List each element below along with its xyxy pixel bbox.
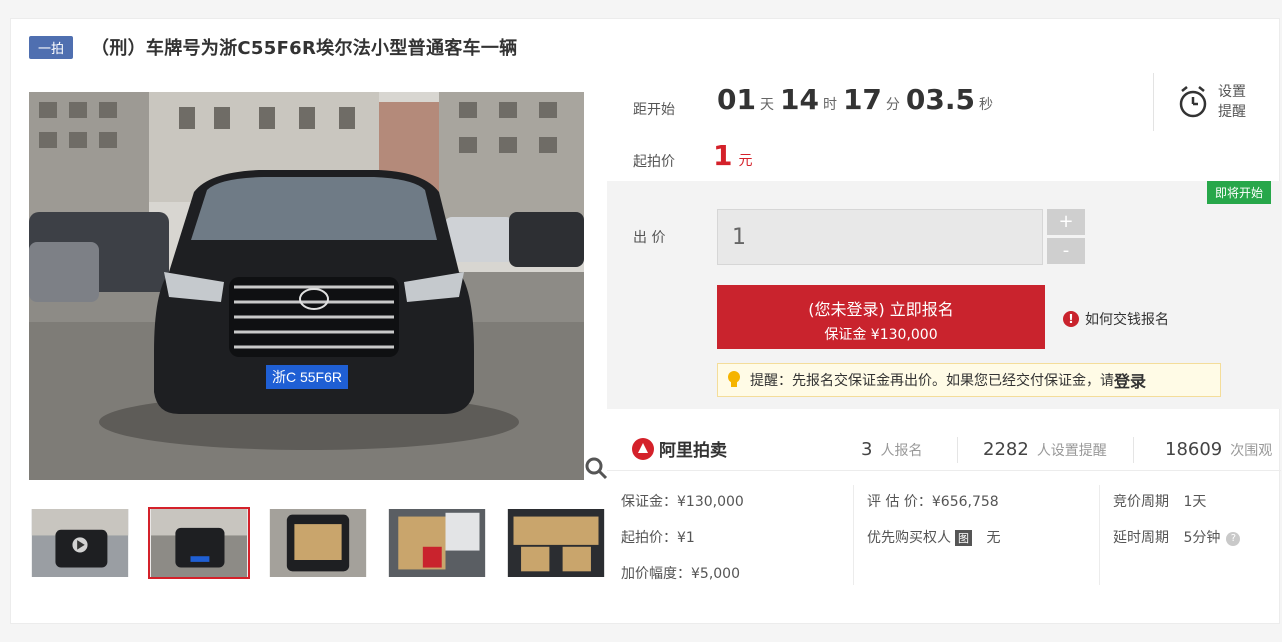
- howto-signup-label: 如何交钱报名: [1085, 312, 1169, 328]
- column-divider: [1099, 485, 1100, 585]
- status-badge: 即将开始: [1206, 181, 1271, 204]
- bid-amount-input[interactable]: 1: [717, 209, 1043, 265]
- info-icon: !: [1063, 311, 1079, 327]
- countdown-days: 01: [717, 83, 756, 116]
- stat-divider: [1133, 437, 1134, 463]
- signup-deposit-label: 保证金 ¥130,000: [824, 327, 938, 343]
- views-label: 次围观: [1230, 443, 1273, 459]
- thumbnail-1[interactable]: [29, 507, 131, 579]
- login-link[interactable]: 登录: [1114, 368, 1146, 392]
- delay-detail: 延时周期 5分钟?: [1113, 527, 1241, 547]
- countdown-minutes-unit: 分: [885, 97, 900, 113]
- views-count: 18609: [1165, 439, 1223, 460]
- countdown-seconds-unit: 秒: [979, 97, 993, 113]
- start-price-label: 起拍价: [633, 154, 675, 170]
- signup-button-label: (您未登录) 立即报名: [808, 300, 954, 319]
- thumbnail-4[interactable]: [386, 507, 488, 579]
- column-divider: [853, 485, 854, 585]
- reminders-count: 2282: [983, 439, 1029, 460]
- thumbnail-5[interactable]: [505, 507, 607, 579]
- reminders-label: 人设置提醒: [1036, 443, 1107, 459]
- page-title: （刑）车牌号为浙C55F6R埃尔法小型普通客车一辆: [91, 38, 518, 59]
- signup-button[interactable]: (您未登录) 立即报名 保证金 ¥130,000: [717, 285, 1045, 349]
- countdown-timer: 01 天 14 时 17 分 03.5 秒: [717, 83, 999, 116]
- priority-label: 优先购买权人: [867, 530, 951, 546]
- brand-name: 阿里拍卖: [659, 441, 727, 461]
- auction-round-tag: 一拍: [29, 35, 74, 59]
- set-reminder-label: 设置提醒: [1218, 84, 1246, 120]
- start-price-value: 1: [713, 139, 733, 172]
- priority-detail: 优先购买权人图 无: [867, 527, 1000, 547]
- start-price-detail: 起拍价：¥1: [621, 530, 695, 546]
- reminders-stat: 2282 人设置提醒: [983, 439, 1107, 460]
- appraisal-detail: 评 估 价：¥656,758: [867, 494, 999, 510]
- zoom-icon[interactable]: [583, 455, 609, 481]
- countdown-label: 距开始: [633, 102, 675, 118]
- views-stat: 18609 次围观: [1165, 439, 1272, 460]
- countdown-minutes: 17: [842, 83, 882, 116]
- thumbnail-3[interactable]: [267, 507, 369, 579]
- bid-area: 即将开始 出 价 1 + - (您未登录) 立即报名 保证金 ¥130,000 …: [607, 181, 1281, 409]
- priority-value: 无: [986, 530, 1001, 546]
- bid-label: 出 价: [633, 230, 666, 246]
- decrease-bid-button[interactable]: -: [1047, 238, 1085, 264]
- countdown-hours-unit: 时: [822, 97, 837, 113]
- cycle-detail: 竞价周期 1天: [1113, 491, 1206, 511]
- help-icon[interactable]: ?: [1226, 532, 1241, 546]
- delay-label: 延时周期: [1113, 530, 1169, 546]
- signups-count: 3: [861, 439, 873, 460]
- howto-signup-link[interactable]: ! 如何交钱报名: [1063, 309, 1169, 329]
- thumbnail-2[interactable]: [148, 507, 250, 579]
- license-plate-text: 浙C 55F6R: [272, 369, 342, 385]
- lightbulb-icon: [728, 371, 740, 387]
- deposit-detail: 保证金：¥130,000: [621, 494, 744, 510]
- bid-stepper: + -: [1047, 209, 1085, 267]
- cycle-value: 1天: [1183, 494, 1207, 510]
- brand: 阿里拍卖: [631, 436, 727, 461]
- login-tip: 提醒：先报名交保证金再出价。如果您已经交付保证金，请 登录: [717, 363, 1221, 397]
- countdown-hours: 14: [779, 83, 819, 116]
- signups-label: 人报名: [880, 443, 923, 459]
- tip-text: 提醒：先报名交保证金再出价。如果您已经交付保证金，请: [750, 373, 1114, 389]
- priority-badge[interactable]: 图: [955, 530, 972, 546]
- main-vehicle-photo[interactable]: 浙C 55F6R: [29, 92, 584, 480]
- increment-detail: 加价幅度：¥5,000: [621, 566, 740, 582]
- title-row: 一拍 （刑）车牌号为浙C55F6R埃尔法小型普通客车一辆: [29, 33, 517, 61]
- auction-details: 保证金：¥130,000 起拍价：¥1 加价幅度：¥5,000 评 估 价：¥6…: [621, 485, 1281, 605]
- delay-value: 5分钟: [1183, 530, 1221, 546]
- stats-row: 阿里拍卖 3 人报名 2282 人设置提醒 18609 次围观: [607, 427, 1281, 471]
- countdown-seconds: 03.5: [905, 83, 975, 116]
- countdown-days-unit: 天: [759, 97, 774, 113]
- ali-auction-logo-icon: [632, 437, 654, 460]
- increase-bid-button[interactable]: +: [1047, 209, 1085, 235]
- signups-stat: 3 人报名: [861, 439, 922, 460]
- start-price-unit: 元: [738, 153, 753, 169]
- countdown-area: 距开始 01 天 14 时 17 分 03.5 秒 起拍价 1 元 设置提醒: [609, 69, 1281, 184]
- auction-panel: 一拍 （刑）车牌号为浙C55F6R埃尔法小型普通客车一辆 浙C 55F6R 距开…: [10, 18, 1281, 624]
- cycle-label: 竞价周期: [1113, 494, 1169, 510]
- thumbnail-strip: [29, 507, 624, 579]
- set-reminder-button[interactable]: 设置提醒: [1153, 73, 1281, 131]
- start-price: 1 元: [713, 139, 752, 172]
- stat-divider: [957, 437, 958, 463]
- alarm-clock-icon: [1179, 86, 1207, 118]
